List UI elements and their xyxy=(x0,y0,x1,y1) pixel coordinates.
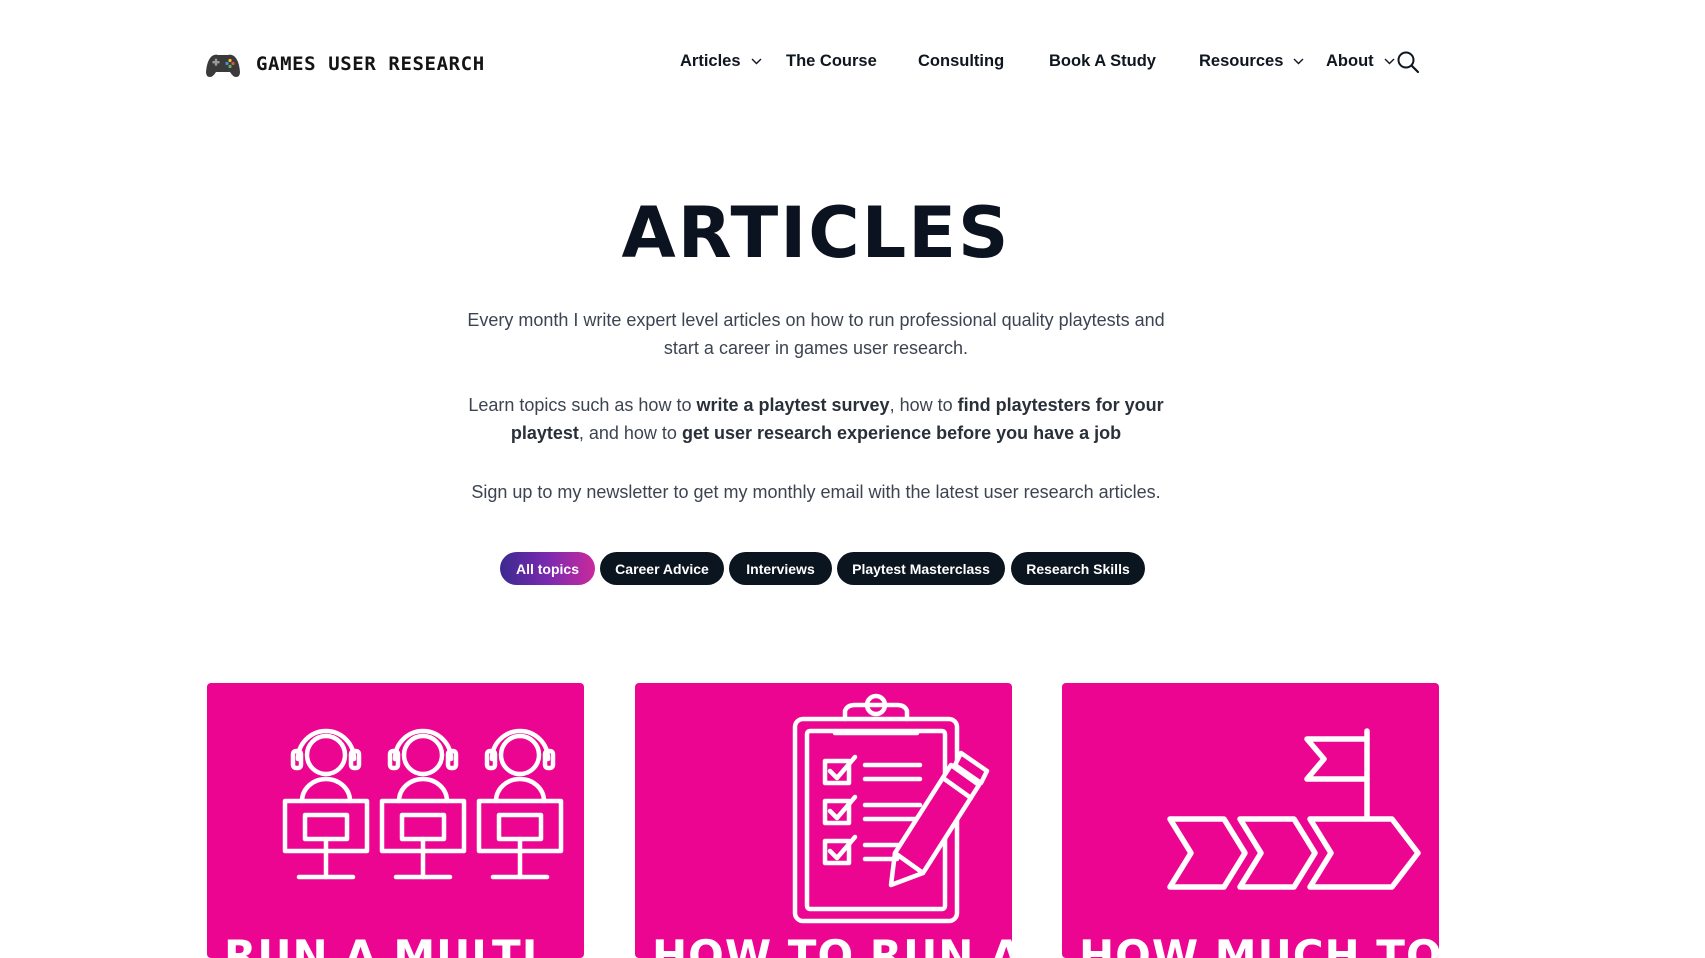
site-name: GAMES USER RESEARCH xyxy=(256,53,485,75)
nav-item-consulting[interactable]: Consulting xyxy=(918,52,1004,71)
intro-text: , how to xyxy=(889,395,958,415)
intro-topics-paragraph: Learn topics such as how to write a play… xyxy=(452,391,1180,447)
nav-item-book-a-study[interactable]: Book A Study xyxy=(1049,52,1156,71)
nav-item-the-course[interactable]: The Course xyxy=(786,52,877,71)
nav-label: The Course xyxy=(786,52,877,70)
article-card[interactable]: HOW TO RUN A xyxy=(635,683,1012,958)
nav-label: Book A Study xyxy=(1049,52,1156,70)
nav-item-about[interactable]: About xyxy=(1326,52,1395,71)
nav-label: Articles xyxy=(680,52,741,70)
flag-progress-arrows-icon xyxy=(1167,728,1421,890)
article-title: HOW TO RUN A xyxy=(652,931,1012,958)
search-icon[interactable] xyxy=(1396,50,1420,74)
article-card[interactable]: RUN A MULTI xyxy=(207,683,584,958)
filter-interviews[interactable]: Interviews xyxy=(729,552,832,585)
nav-label: Consulting xyxy=(918,52,1005,70)
article-title: RUN A MULTI xyxy=(224,931,539,958)
newsletter-paragraph: Sign up to my newsletter to get my month… xyxy=(471,482,1161,502)
page-title: ARTICLES xyxy=(621,192,1011,274)
nav-item-resources[interactable]: Resources xyxy=(1199,52,1304,71)
filter-research-skills[interactable]: Research Skills xyxy=(1011,552,1145,585)
site-header: GAMES USER RESEARCH Articles The Course … xyxy=(0,0,1705,130)
intro-text: Learn topics such as how to xyxy=(468,395,697,415)
filter-career-advice[interactable]: Career Advice xyxy=(600,552,724,585)
players-at-monitors-icon xyxy=(282,728,564,880)
nav-item-articles[interactable]: Articles xyxy=(680,52,762,71)
intro-text: , and how to xyxy=(578,423,682,443)
article-title: HOW MUCH TO xyxy=(1079,931,1439,958)
chevron-down-icon xyxy=(1384,58,1395,65)
filter-playtest-masterclass[interactable]: Playtest Masterclass xyxy=(837,552,1005,585)
nav-label: About xyxy=(1326,52,1374,70)
chevron-down-icon xyxy=(751,58,762,65)
gamepad-icon xyxy=(206,54,240,77)
topic-link-playtest-survey[interactable]: write a playtest survey xyxy=(696,395,889,415)
filter-all-topics[interactable]: All topics xyxy=(500,552,595,585)
topic-link-get-experience[interactable]: get user research experience before you … xyxy=(682,423,1121,443)
site-logo[interactable]: GAMES USER RESEARCH xyxy=(205,46,485,82)
chevron-down-icon xyxy=(1293,58,1304,65)
intro-paragraph: Every month I write expert level article… xyxy=(467,310,1165,358)
nav-label: Resources xyxy=(1199,52,1284,70)
clipboard-checklist-pencil-icon xyxy=(792,693,990,924)
article-card[interactable]: HOW MUCH TO xyxy=(1062,683,1439,958)
